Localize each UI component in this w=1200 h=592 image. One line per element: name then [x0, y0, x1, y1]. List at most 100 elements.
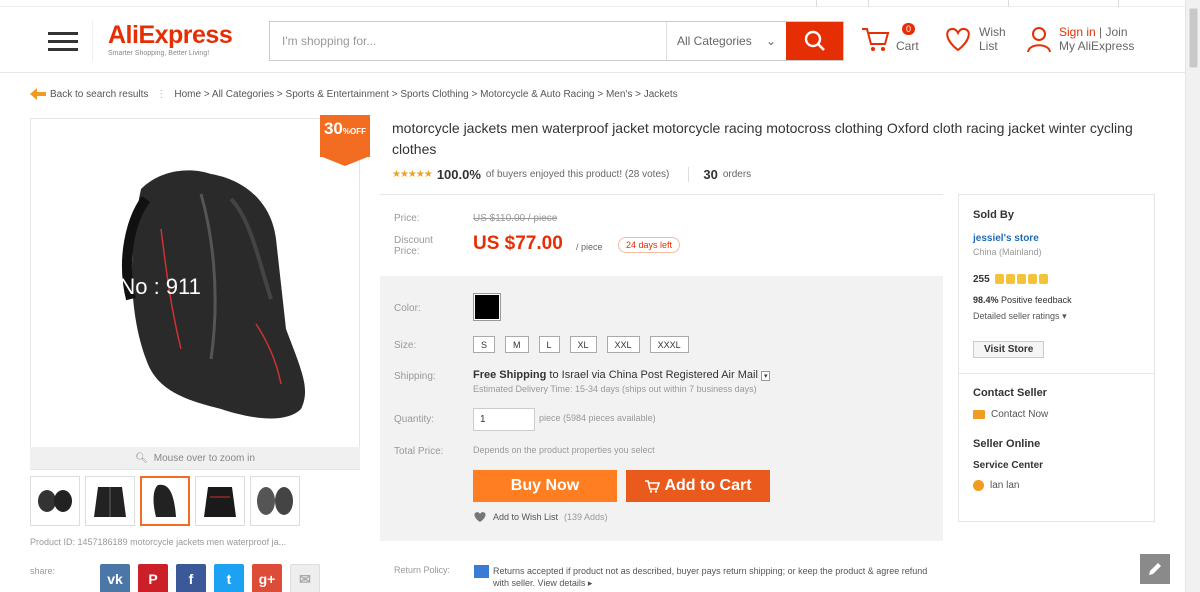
category-select[interactable]: All Categories ⌄ [666, 22, 786, 60]
discount-suffix: % [342, 127, 351, 136]
feedback-label: Positive feedback [1001, 295, 1072, 305]
pencil-icon [1149, 563, 1161, 575]
product-main-image[interactable]: e No : 911 [101, 139, 341, 429]
quantity-label: Quantity: [394, 414, 435, 425]
free-shipping: Free Shipping [473, 369, 547, 381]
share-label: share: [30, 566, 56, 576]
return-policy-text[interactable]: Returns accepted if product not as descr… [493, 565, 943, 589]
shipping-label: Shipping: [394, 371, 436, 382]
rating-text[interactable]: of buyers enjoyed this product! (28 vote… [486, 169, 669, 180]
wish-label-2: List [979, 39, 998, 53]
sold-by-title: Sold By [973, 209, 1014, 221]
color-label: Color: [394, 303, 421, 314]
discount-price-label: Discount Price: [394, 235, 433, 257]
store-location: China (Mainland) [973, 247, 1042, 257]
quantity-input[interactable]: 1 [473, 408, 535, 431]
zoom-hint-text: Mouse over to zoom in [153, 452, 255, 464]
edit-pencil-button[interactable] [1140, 554, 1170, 584]
online-status-icon [973, 480, 984, 491]
color-swatch-black[interactable] [473, 293, 501, 321]
total-price-text: Depends on the product properties you se… [473, 445, 655, 455]
thumbnail-active[interactable] [140, 476, 190, 526]
top-divider [1008, 0, 1009, 7]
account-link[interactable]: Sign in | Join My AliExpress [1025, 25, 1134, 53]
breadcrumb-divider: ⋮ [156, 88, 167, 100]
top-strip [0, 0, 1200, 7]
thumbnail[interactable] [85, 476, 135, 526]
join-link[interactable]: Join [1106, 25, 1128, 39]
magnifier-icon: 🔍︎ [135, 452, 148, 464]
size-option[interactable]: XXL [606, 336, 640, 353]
search-input[interactable]: I'm shopping for... [270, 22, 666, 60]
wish-list-link[interactable]: Wish List [943, 25, 1006, 53]
thumbnail[interactable] [30, 476, 80, 526]
size-option[interactable]: XXXL [649, 336, 689, 353]
discount-badge: 30%OFF [320, 115, 370, 166]
breadcrumb-path[interactable]: Home > All Categories > Sports & Enterta… [174, 89, 677, 100]
back-arrow-icon [30, 88, 46, 100]
rating-percent: 100.0% [436, 167, 481, 182]
search-button[interactable] [786, 22, 843, 60]
contact-now-link[interactable]: Contact Now [973, 409, 1048, 420]
chevron-down-icon: ▾ [1062, 311, 1067, 321]
category-label: All Categories [677, 34, 752, 48]
shipping-dropdown-icon[interactable]: ▾ [760, 371, 771, 381]
scrollbar-thumb[interactable] [1189, 8, 1198, 68]
watermark-text: e No : 911 [101, 274, 201, 299]
per-piece: / piece [576, 242, 603, 252]
detailed-ratings-text: Detailed seller ratings [973, 311, 1060, 321]
size-option[interactable]: XL [569, 336, 597, 353]
buy-now-button[interactable]: Buy Now [473, 470, 617, 502]
thumbnail[interactable] [250, 476, 300, 526]
cart-label: Cart [896, 39, 919, 53]
cart-link[interactable]: 0 Cart [860, 23, 919, 53]
visit-store-button[interactable]: Visit Store [973, 341, 1045, 358]
site-header: AliExpress Smarter Shopping, Better Livi… [0, 7, 1185, 73]
seller-score: 255 [973, 274, 990, 285]
shipping-info: Free Shipping to Israel via China Post R… [473, 369, 771, 381]
google-plus-icon[interactable]: g+ [252, 564, 282, 592]
vk-icon[interactable]: vk [100, 564, 130, 592]
cart-icon [862, 28, 890, 51]
my-account-label[interactable]: My AliExpress [1059, 39, 1134, 53]
facebook-icon[interactable]: f [176, 564, 206, 592]
scrollbar[interactable] [1185, 0, 1200, 592]
options-section: Color: Size: S M L XL XXL XXXL Shipping:… [380, 276, 943, 541]
cart-count-badge: 0 [902, 23, 916, 35]
wish-count: (139 Adds) [564, 512, 608, 522]
add-to-wish-list[interactable]: Add to Wish List (139 Adds) [473, 511, 608, 523]
detailed-ratings-link[interactable]: Detailed seller ratings ▾ [973, 311, 1067, 322]
feedback-row: 98.4% Positive feedback [973, 295, 1072, 305]
logo-tagline: Smarter Shopping, Better Living! [108, 50, 210, 57]
add-to-cart-button[interactable]: Add to Cart [626, 470, 770, 502]
seller-score-row: 255 [973, 274, 1049, 285]
price-label: Price: [394, 213, 420, 224]
rating-row: ★★★★★ 100.0% of buyers enjoyed this prod… [392, 167, 751, 182]
hamburger-menu-icon[interactable] [33, 21, 93, 61]
site-logo[interactable]: AliExpress Smarter Shopping, Better Livi… [108, 21, 233, 57]
pinterest-icon[interactable]: P [138, 564, 168, 592]
user-icon [1027, 27, 1051, 53]
product-gallery[interactable]: e No : 911 [30, 118, 360, 470]
product-title: motorcycle jackets men waterproof jacket… [392, 120, 1133, 157]
contact-seller-title: Contact Seller [973, 387, 1047, 399]
orders-label: orders [722, 169, 752, 180]
size-label: Size: [394, 340, 417, 351]
back-to-results-link[interactable]: Back to search results [50, 89, 148, 100]
size-option[interactable]: S [473, 336, 496, 353]
seller-panel: Sold By jessiel's store China (Mainland)… [958, 194, 1155, 522]
twitter-icon[interactable]: t [214, 564, 244, 592]
top-divider [1118, 0, 1119, 7]
size-option[interactable]: L [538, 336, 560, 353]
thumbnail[interactable] [195, 476, 245, 526]
email-icon[interactable]: ✉ [290, 564, 320, 592]
size-option[interactable]: M [505, 336, 529, 353]
orders-count: 30 [688, 167, 718, 182]
discount-value: 30 [323, 119, 343, 138]
shipping-destination[interactable]: to Israel via China Post Registered Air … [549, 369, 757, 381]
sign-in-link[interactable]: Sign in [1059, 25, 1096, 39]
breadcrumb: Back to search results ⋮ Home > All Cate… [30, 88, 678, 100]
wish-list-text: Add to Wish List [493, 512, 559, 522]
agent-link[interactable]: lan lan [973, 480, 1019, 491]
store-name-link[interactable]: jessiel's store [973, 233, 1039, 244]
